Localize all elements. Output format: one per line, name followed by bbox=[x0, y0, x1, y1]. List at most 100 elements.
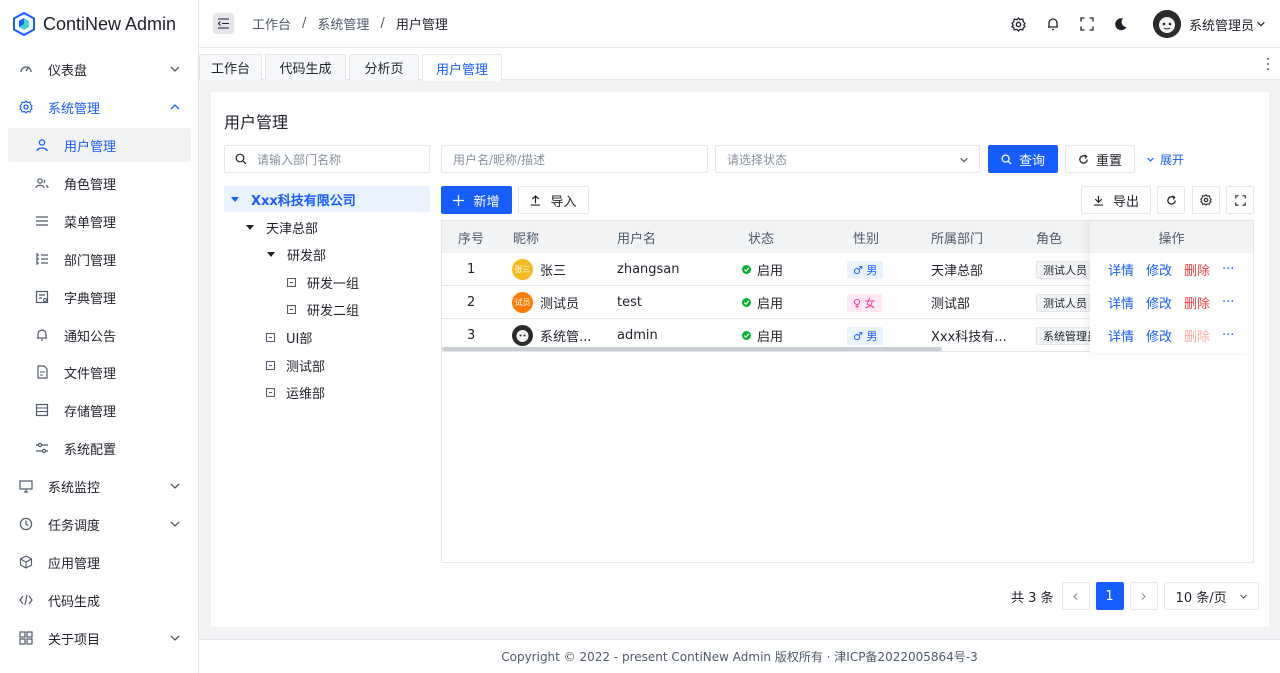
notification-bell-icon[interactable] bbox=[1045, 16, 1061, 32]
sidebar-item-label: 字典管理 bbox=[64, 291, 117, 307]
tree-node-ui[interactable]: UI部 bbox=[266, 324, 312, 350]
cell-dept: Xxx科技有... bbox=[931, 330, 1007, 345]
add-button-label: 新增 bbox=[473, 194, 500, 210]
sidebar-item-notice[interactable]: 通知公告 bbox=[8, 318, 191, 352]
sidebar-item-label: 用户管理 bbox=[64, 139, 117, 155]
sidebar-item-label: 应用管理 bbox=[48, 556, 101, 572]
collapse-sidebar-button[interactable] bbox=[213, 13, 234, 34]
sidebar-item-label: 通知公告 bbox=[64, 329, 117, 345]
query-button[interactable]: 查询 bbox=[988, 145, 1058, 173]
logo[interactable]: ContiNew Admin bbox=[0, 0, 198, 48]
add-user-button[interactable]: 新增 bbox=[441, 186, 512, 214]
dark-mode-moon-icon[interactable] bbox=[1113, 16, 1129, 32]
tree-node-company[interactable]: Xxx科技有限公司 bbox=[224, 186, 430, 212]
header-actions: 系统管理员 bbox=[1011, 0, 1280, 48]
user-avatar[interactable] bbox=[1152, 10, 1181, 38]
sidebar-item-label: 任务调度 bbox=[48, 518, 101, 534]
prev-page-button[interactable] bbox=[1061, 582, 1090, 610]
edit-link[interactable]: 修改 bbox=[1146, 293, 1172, 312]
tree-node-tianjin[interactable]: 天津总部 bbox=[245, 214, 318, 240]
search-icon bbox=[1001, 153, 1012, 165]
page-size-select[interactable]: 10 条/页 bbox=[1163, 582, 1259, 610]
sidebar-item-config[interactable]: 系统配置 bbox=[8, 431, 191, 465]
sidebar-item-roles[interactable]: 角色管理 bbox=[8, 166, 191, 200]
fullscreen-icon[interactable] bbox=[1079, 16, 1095, 32]
breadcrumb-item-system[interactable]: 系统管理 bbox=[317, 14, 369, 33]
sidebar-item-monitor[interactable]: 系统监控 bbox=[8, 469, 191, 503]
column-header-actions: 操作 bbox=[1090, 221, 1253, 253]
caret-down-icon[interactable] bbox=[245, 222, 255, 232]
more-actions-icon[interactable]: ··· bbox=[1222, 262, 1234, 277]
nickname-text: 测试员 bbox=[540, 297, 580, 312]
detail-link[interactable]: 详情 bbox=[1108, 260, 1134, 279]
next-page-button[interactable] bbox=[1129, 582, 1158, 610]
dept-search-input[interactable]: 请输入部门名称 bbox=[224, 145, 430, 173]
more-actions-icon[interactable]: ··· bbox=[1222, 328, 1234, 343]
delete-link[interactable]: 删除 bbox=[1184, 293, 1210, 312]
tree-node-test[interactable]: 测试部 bbox=[266, 352, 325, 378]
avatar: 张三 bbox=[512, 259, 533, 280]
sidebar-item-menus[interactable]: 菜单管理 bbox=[8, 204, 191, 238]
nickname-text: 系统管... bbox=[540, 330, 592, 345]
chevron-down-icon bbox=[170, 483, 180, 489]
user-search-input[interactable]: 用户名/昵称/描述 bbox=[441, 145, 708, 173]
menu-fold-icon bbox=[218, 18, 229, 29]
caret-down-icon[interactable] bbox=[230, 194, 240, 204]
top-header: 工作台 / 系统管理 / 用户管理 系统管理员 bbox=[199, 0, 1280, 48]
sidebar-item-apps[interactable]: 应用管理 bbox=[8, 545, 191, 579]
expand-toggle[interactable]: 展开 bbox=[1146, 145, 1184, 173]
edit-link[interactable]: 修改 bbox=[1146, 326, 1172, 345]
sidebar-item-dictionary[interactable]: 字典管理 bbox=[8, 280, 191, 314]
sidebar-item-files[interactable]: 文件管理 bbox=[8, 355, 191, 389]
settings-icon[interactable] bbox=[1011, 16, 1027, 32]
tab-user-management[interactable]: 用户管理 bbox=[422, 54, 502, 81]
caret-down-icon[interactable] bbox=[266, 249, 276, 259]
sidebar-item-storage[interactable]: 存储管理 bbox=[8, 393, 191, 427]
tree-node-rd1[interactable]: 研发一组 bbox=[287, 269, 359, 295]
detail-link[interactable]: 详情 bbox=[1108, 293, 1134, 312]
reset-button[interactable]: 重置 bbox=[1065, 145, 1135, 173]
more-actions-icon[interactable]: ··· bbox=[1222, 295, 1234, 310]
current-username[interactable]: 系统管理员 bbox=[1189, 15, 1254, 34]
expand-label: 展开 bbox=[1160, 152, 1185, 167]
gender-tag: ♀ 女 bbox=[847, 293, 882, 312]
sidebar-item-depts[interactable]: 部门管理 bbox=[8, 242, 191, 276]
more-vertical-icon[interactable] bbox=[1266, 57, 1270, 71]
tree-node-rd[interactable]: 研发部 bbox=[266, 241, 326, 267]
sidebar-item-jobs[interactable]: 任务调度 bbox=[8, 507, 191, 541]
tab-workbench[interactable]: 工作台 bbox=[199, 54, 262, 80]
table-fullscreen-button[interactable] bbox=[1226, 186, 1254, 214]
breadcrumb-item-workbench[interactable]: 工作台 bbox=[252, 14, 291, 33]
tab-analysis[interactable]: 分析页 bbox=[349, 54, 419, 80]
cell-index: 1 bbox=[467, 262, 476, 277]
column-header-nickname: 昵称 bbox=[513, 231, 540, 247]
tree-node-ops[interactable]: 运维部 bbox=[266, 379, 325, 405]
status-select[interactable]: 请选择状态 bbox=[715, 145, 980, 173]
sidebar-item-about[interactable]: 关于项目 bbox=[8, 621, 191, 655]
horizontal-scrollbar[interactable] bbox=[442, 347, 942, 351]
gender-tag: ♂ 男 bbox=[847, 260, 884, 279]
cell-status: 启用 bbox=[742, 286, 783, 319]
page-button-current[interactable]: 1 bbox=[1095, 582, 1124, 610]
gear-icon bbox=[18, 99, 34, 115]
edit-link[interactable]: 修改 bbox=[1146, 260, 1172, 279]
sidebar-item-codegen[interactable]: 代码生成 bbox=[8, 583, 191, 617]
refresh-button[interactable] bbox=[1157, 186, 1185, 214]
chevron-down-icon[interactable] bbox=[1256, 19, 1266, 29]
sidebar-item-system[interactable]: 系统管理 bbox=[8, 90, 191, 124]
chevron-right-icon bbox=[1141, 592, 1146, 600]
tree-node-label: 天津总部 bbox=[266, 221, 319, 237]
export-button[interactable]: 导出 bbox=[1081, 186, 1151, 214]
nickname-text: 张三 bbox=[540, 264, 567, 279]
role-tag: 测试人员 bbox=[1036, 293, 1090, 312]
cell-dept: 天津总部 bbox=[931, 264, 984, 279]
delete-link[interactable]: 删除 bbox=[1184, 260, 1210, 279]
tree-node-rd2[interactable]: 研发二组 bbox=[287, 296, 359, 322]
tab-codegen[interactable]: 代码生成 bbox=[265, 54, 346, 80]
sidebar-item-users[interactable]: 用户管理 bbox=[8, 128, 191, 162]
sidebar-item-dashboard[interactable]: 仪表盘 bbox=[8, 52, 191, 86]
check-circle-icon bbox=[742, 298, 751, 307]
detail-link[interactable]: 详情 bbox=[1108, 326, 1134, 345]
column-settings-button[interactable] bbox=[1192, 186, 1220, 214]
import-button[interactable]: 导入 bbox=[518, 186, 589, 214]
